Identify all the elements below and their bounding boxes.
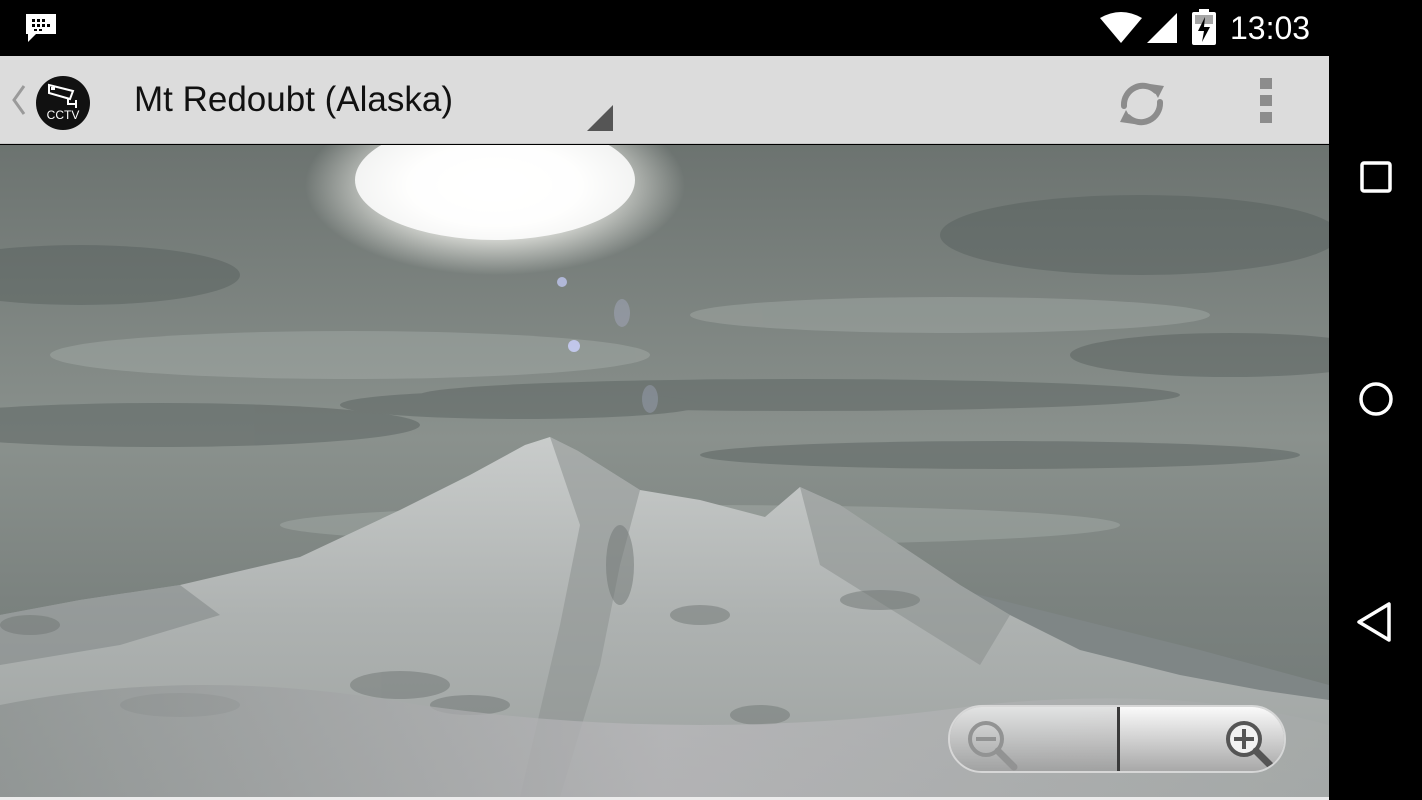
zoom-controls (948, 705, 1286, 773)
camera-title: Mt Redoubt (Alaska) (134, 80, 454, 119)
status-bar: 13:03 (0, 0, 1329, 56)
spinner-dropdown-icon (586, 104, 614, 132)
home-icon[interactable] (1351, 374, 1401, 424)
camera-selector-spinner[interactable]: Mt Redoubt (Alaska) (120, 56, 620, 144)
status-clock: 13:03 (1230, 10, 1311, 46)
mountain-webcam-image (0, 145, 1329, 797)
cell-signal-icon (1146, 12, 1178, 44)
recents-icon[interactable] (1351, 152, 1401, 202)
battery-charging-icon (1192, 9, 1216, 45)
overflow-menu-icon[interactable] (1246, 74, 1286, 134)
camera-image-view[interactable] (0, 145, 1329, 797)
action-bar: CCTV Mt Redoubt (Alaska) (0, 56, 1329, 144)
app-logo[interactable]: CCTV (36, 76, 90, 130)
up-navigation-caret-icon[interactable] (8, 80, 28, 120)
refresh-icon[interactable] (1112, 74, 1172, 134)
zoom-in-button[interactable] (1120, 707, 1284, 771)
back-icon[interactable] (1351, 597, 1401, 647)
notification-icon (24, 12, 58, 44)
wifi-icon (1098, 12, 1144, 44)
app-logo-label: CCTV (46, 108, 80, 122)
zoom-out-button[interactable] (950, 707, 1118, 771)
navigation-bar (1329, 0, 1422, 800)
